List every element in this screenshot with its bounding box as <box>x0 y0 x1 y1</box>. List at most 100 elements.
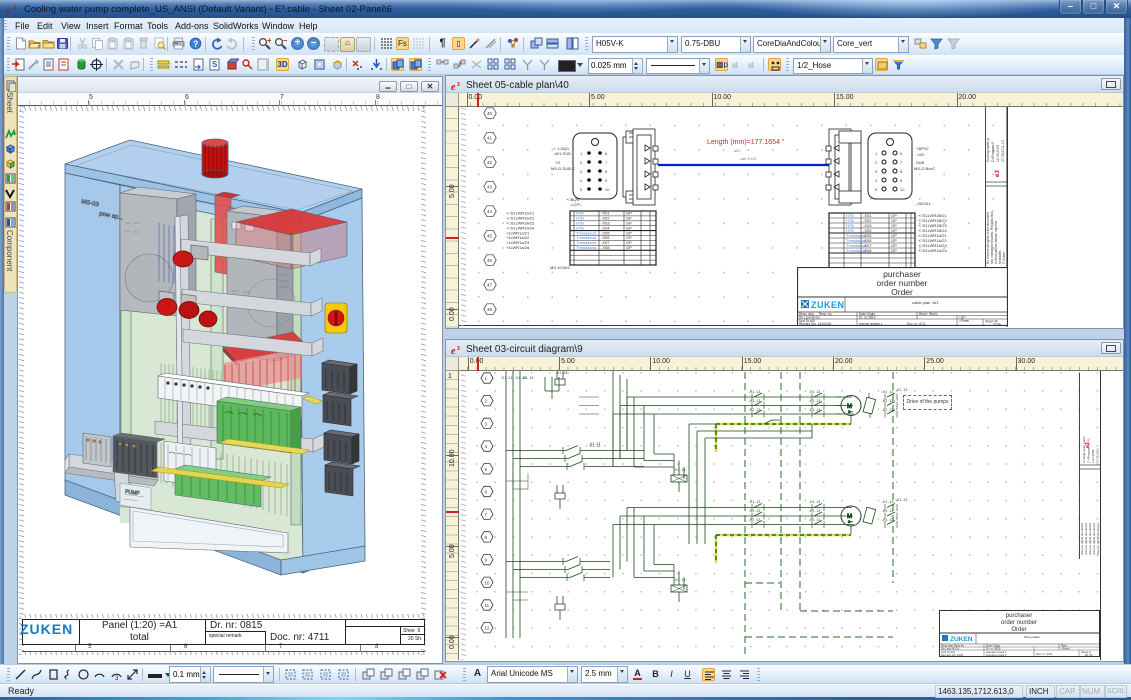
svg-text:sl: sl <box>748 61 754 70</box>
svg-text:Remark Drn 6145: Remark Drn 6145 <box>941 653 964 657</box>
svg-text:?: ? <box>193 39 199 49</box>
svg-text:-K1 .13: -K1 .13 <box>882 509 893 513</box>
svg-text:-X01 SUB: -X01 SUB <box>553 151 571 156</box>
svg-text:Length (mm)=177.1654 ": Length (mm)=177.1654 " <box>707 139 785 146</box>
svg-text:-K1 .13: -K1 .13 <box>556 371 567 375</box>
svg-text:C:\\Program 12.03: C:\\Program 12.03 <box>1087 438 1091 463</box>
svg-text:Resp. by: Resp. by <box>819 312 832 316</box>
svg-text:48: 48 <box>487 307 493 312</box>
svg-text:-K1 .13: -K1 .13 <box>749 390 760 394</box>
svg-text:-K1 .13: -K1 .13 <box>809 509 820 513</box>
svg-text:purchaser: purchaser <box>1006 613 1033 619</box>
svg-text:-K1 .13: -K1 .13 <box>882 390 893 394</box>
svg-text:-K1 .13: -K1 .13 <box>749 509 760 513</box>
svg-text:+Panel: +Panel <box>1061 647 1070 651</box>
svg-text:20 Sh.: 20 Sh. <box>993 323 1002 327</box>
svg-text:-K1 .13: -K1 .13 <box>809 399 820 403</box>
svg-text:Remark Drn. 6145/246: Remark Drn. 6145/246 <box>799 322 831 326</box>
svg-text:-K1 .13: -K1 .13 <box>674 468 685 472</box>
svg-text:ZUKEN: ZUKEN <box>811 300 845 310</box>
svg-text:3~: 3~ <box>848 409 853 414</box>
svg-text:reserve rights document: reserve rights document <box>1096 523 1100 555</box>
svg-text:SUB: SUB <box>916 160 925 165</box>
svg-text:cab 5 GC: cab 5 GC <box>740 156 757 161</box>
svg-text:e: e <box>451 346 456 356</box>
svg-text:Dr. nr. 0815: Dr. nr. 0815 <box>859 316 876 320</box>
svg-text:+1LWR1a/24: +1LWR1a/24 <box>506 245 530 250</box>
svg-text:47: 47 <box>487 283 493 288</box>
svg-text:ZUKEN: ZUKEN <box>950 636 973 643</box>
svg-text:Order: Order <box>891 287 913 297</box>
svg-text:+: + <box>267 37 271 45</box>
svg-text:3: 3 <box>457 346 460 352</box>
svg-text:GP: GP <box>626 245 632 250</box>
svg-text:10: 10 <box>900 187 905 192</box>
svg-text:Cooling water-p: Cooling water-p <box>986 138 990 162</box>
svg-text:-K1 .13: -K1 .13 <box>522 376 533 380</box>
svg-text:special remark 2: special remark 2 <box>986 653 1007 657</box>
svg-text:+□S1LWR1A/24: +□S1LWR1A/24 <box>918 248 947 253</box>
svg-text:-K1 .13: -K1 .13 <box>882 518 893 522</box>
svg-text:42: 42 <box>487 160 493 165</box>
svg-text:-K1 .13: -K1 .13 <box>501 376 512 380</box>
svg-text:-K1 .13: -K1 .13 <box>749 500 760 504</box>
svg-text:3: 3 <box>13 6 17 12</box>
svg-text:-K1 .13: -K1 .13 <box>749 408 760 412</box>
svg-text:Cooling water pump: Cooling water pump <box>1082 436 1086 463</box>
svg-text:Doc. nr. 4711: Doc. nr. 4711 <box>1036 652 1053 656</box>
svg-text:=Panel: =Panel <box>959 319 969 323</box>
svg-text:-K1 .13: -K1 .13 <box>809 518 820 522</box>
svg-text:-K1 .13: -K1 .13 <box>809 390 820 394</box>
svg-text:45: 45 <box>487 234 493 239</box>
svg-text:cable plan -W1: cable plan -W1 <box>912 300 939 305</box>
svg-text:+S: +S <box>555 160 560 165</box>
svg-text:–: – <box>283 37 287 45</box>
svg-text:-K1 .13: -K1 .13 <box>749 518 760 522</box>
svg-text:41: 41 <box>487 136 493 141</box>
svg-text:sl: sl <box>732 61 738 70</box>
svg-text:GP: GP <box>891 248 897 253</box>
svg-text:Tmnstaxcsl: Tmnstaxcsl <box>576 245 596 250</box>
svg-text:Repl.f. Repl.t.: Repl.f. Repl.t. <box>919 312 938 316</box>
svg-text:12.03.2009: 12.03.2009 <box>996 145 1000 162</box>
svg-text:-K1 .13: -K1 .13 <box>589 444 600 448</box>
svg-text:special remark 1: special remark 1 <box>859 322 883 326</box>
svg-text:order number: order number <box>1001 620 1037 626</box>
svg-text:Pumpmaker: Pumpmaker <box>1024 635 1040 639</box>
svg-text:© Zuken: © Zuken <box>1002 252 1006 264</box>
svg-text:3: 3 <box>115 676 119 681</box>
svg-text:20 Sh.: 20 Sh. <box>1085 653 1093 657</box>
svg-text:-K1 .13: -K1 .13 <box>896 498 907 502</box>
svg-text:-K1 .13: -K1 .13 <box>882 399 893 403</box>
svg-text:S: S <box>212 60 218 69</box>
svg-text:40: 40 <box>487 111 493 116</box>
svg-text:+SPV2: +SPV2 <box>916 146 929 151</box>
svg-text:1.03.2009: 1.03.2009 <box>1091 449 1095 463</box>
svg-text:MS-D-BuvC: MS-D-BuvC <box>914 166 935 171</box>
svg-text:-K1 .13: -K1 .13 <box>882 408 893 412</box>
svg-text:e3: e3 <box>1085 442 1091 448</box>
svg-text:-K1 .13: -K1 .13 <box>809 500 820 504</box>
svg-text:3: 3 <box>457 82 460 88</box>
svg-text:46: 46 <box>487 258 493 263</box>
svg-text:-K1 .13: -K1 .13 <box>674 578 685 582</box>
svg-text:C:\Program-F: C:\Program-F <box>991 141 995 162</box>
svg-text:e: e <box>451 82 456 92</box>
svg-text:e3: e3 <box>995 170 1001 177</box>
svg-text:27.09.2011-13: 27.09.2011-13 <box>1001 140 1005 162</box>
svg-text:-X08: -X08 <box>863 248 872 253</box>
svg-text:43: 43 <box>487 185 493 190</box>
svg-text:44: 44 <box>487 209 493 214</box>
svg-text:-X02: -X02 <box>916 152 925 157</box>
svg-text:-X08: -X08 <box>601 245 610 250</box>
svg-text:3~: 3~ <box>848 519 853 524</box>
svg-text:-K1 .13: -K1 .13 <box>749 399 760 403</box>
svg-text:-W1: -W1 <box>733 148 741 153</box>
svg-text:-K1 .13: -K1 .13 <box>882 500 893 504</box>
svg-text:Order: Order <box>1011 627 1026 633</box>
svg-text:10: 10 <box>605 187 610 192</box>
svg-text:MS-D-SUB-C: MS-D-SUB-C <box>551 166 575 171</box>
svg-text:-K1 .13: -K1 .13 <box>896 388 907 392</box>
svg-text:-K1 .13: -K1 .13 <box>809 408 820 412</box>
svg-text:e: e <box>6 5 11 16</box>
